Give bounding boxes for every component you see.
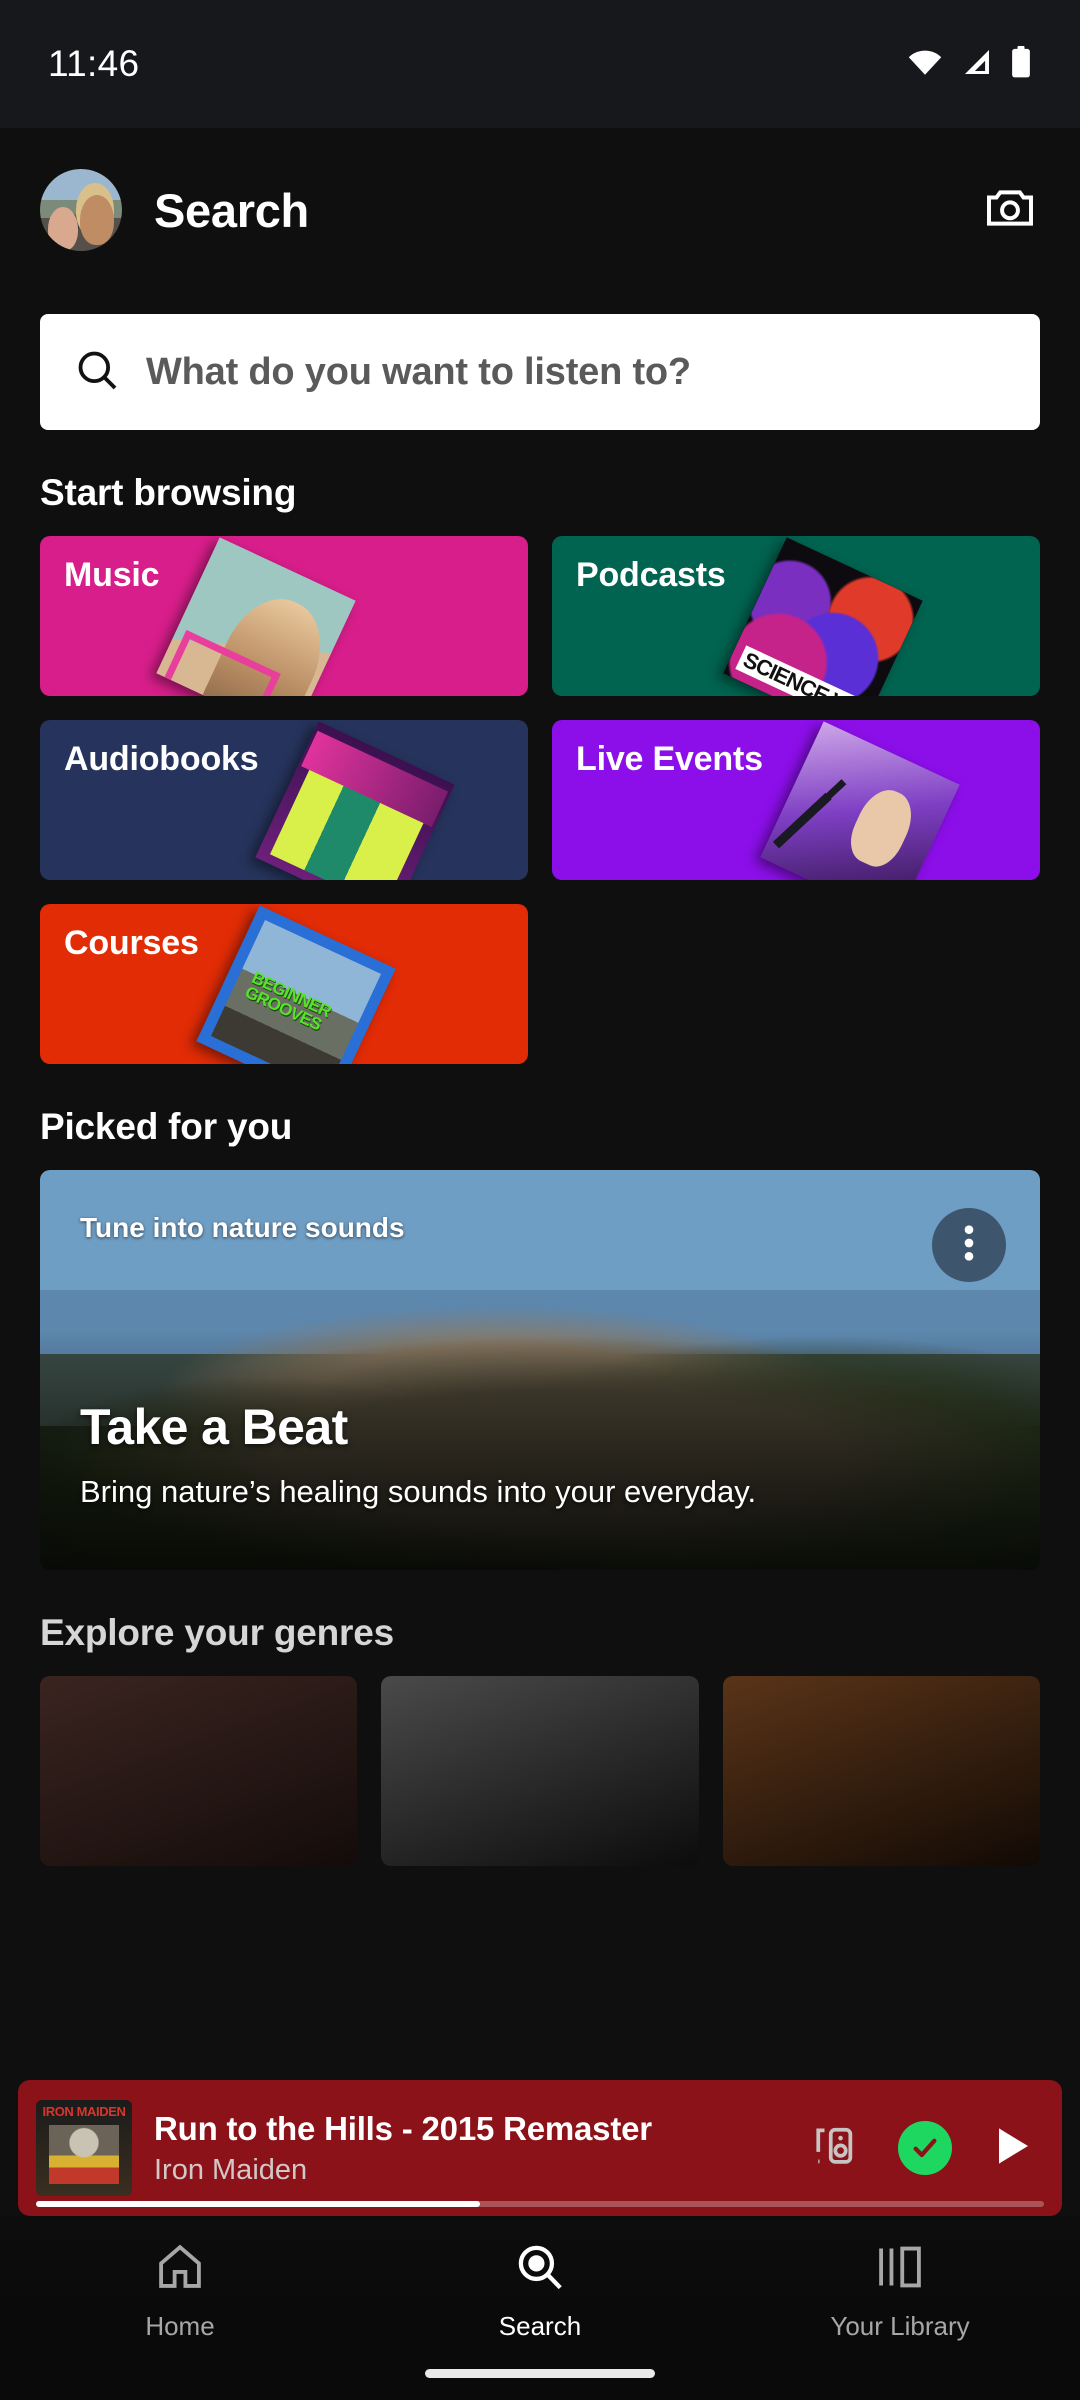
section-title-explore-genres: Explore your genres bbox=[40, 1612, 394, 1653]
camera-button[interactable] bbox=[980, 180, 1040, 240]
category-label: Audiobooks bbox=[64, 740, 259, 778]
category-artwork bbox=[195, 905, 396, 1064]
browse-category-grid-row3: Courses bbox=[0, 904, 1080, 1064]
page-title: Search bbox=[154, 183, 309, 237]
section-title-picked-for-you: Picked for you bbox=[40, 1106, 293, 1147]
search-screen: Search What do you want to listen to? St… bbox=[0, 128, 1080, 2400]
nav-label: Search bbox=[498, 2311, 582, 2341]
category-card-podcasts[interactable]: Podcasts bbox=[552, 536, 1040, 696]
status-time: 11:46 bbox=[48, 43, 140, 84]
picked-eyebrow: Tune into nature sounds bbox=[80, 1212, 405, 1243]
now-playing-progress bbox=[36, 2201, 1044, 2207]
now-playing-artwork bbox=[36, 2100, 132, 2196]
wifi-icon bbox=[906, 47, 944, 82]
overflow-menu-icon bbox=[964, 1223, 974, 1268]
category-artwork bbox=[255, 721, 456, 880]
search-icon bbox=[74, 347, 120, 398]
nav-label: Your Library bbox=[830, 2311, 970, 2341]
now-playing-text: Run to the Hills - 2015 Remaster Iron Ma… bbox=[154, 2110, 790, 2187]
category-card-music[interactable]: Music bbox=[40, 536, 528, 696]
now-playing-actions bbox=[812, 2121, 1036, 2176]
bottom-navigation: Home Search Your Library bbox=[0, 2216, 1080, 2400]
picked-subtitle: Bring nature’s healing sounds into your … bbox=[80, 1474, 757, 1509]
category-artwork bbox=[156, 537, 357, 696]
play-icon[interactable] bbox=[988, 2122, 1036, 2175]
cellular-icon bbox=[961, 47, 993, 82]
category-card-audiobooks[interactable]: Audiobooks bbox=[40, 720, 528, 880]
category-label: Courses bbox=[64, 924, 199, 962]
picked-for-you-card[interactable]: Tune into nature sounds Take a Beat Brin… bbox=[40, 1170, 1040, 1570]
category-artwork bbox=[760, 721, 960, 880]
nav-item-home[interactable]: Home bbox=[0, 2240, 360, 2342]
category-artwork bbox=[722, 537, 923, 696]
camera-icon bbox=[982, 180, 1038, 241]
devices-icon[interactable] bbox=[812, 2121, 862, 2176]
home-icon bbox=[153, 2240, 207, 2299]
status-bar: 11:46 bbox=[0, 0, 1080, 128]
browse-category-grid: Music Podcasts Audiobooks Live Events bbox=[0, 536, 1080, 880]
now-playing-artist: Iron Maiden bbox=[154, 2153, 308, 2186]
genre-card-row bbox=[0, 1676, 1080, 1866]
genre-card[interactable] bbox=[381, 1676, 699, 1866]
check-circle-icon[interactable] bbox=[898, 2121, 952, 2175]
home-indicator bbox=[425, 2369, 655, 2378]
search-placeholder: What do you want to listen to? bbox=[146, 350, 691, 393]
genre-card[interactable] bbox=[722, 1676, 1040, 1866]
page-header: Search bbox=[0, 128, 1080, 292]
now-playing-title: Run to the Hills - 2015 Remaster bbox=[154, 2109, 652, 2147]
category-label: Podcasts bbox=[576, 556, 726, 594]
category-label: Music bbox=[64, 556, 160, 594]
status-icons bbox=[906, 45, 1032, 83]
search-input[interactable]: What do you want to listen to? bbox=[40, 314, 1040, 430]
picked-title: Take a Beat bbox=[80, 1399, 348, 1455]
genre-card[interactable] bbox=[40, 1676, 358, 1866]
nav-item-search[interactable]: Search bbox=[360, 2240, 720, 2342]
library-icon bbox=[873, 2240, 927, 2299]
nav-label: Home bbox=[145, 2311, 215, 2341]
now-playing-bar[interactable]: Run to the Hills - 2015 Remaster Iron Ma… bbox=[18, 2080, 1062, 2216]
category-card-live-events[interactable]: Live Events bbox=[552, 720, 1040, 880]
category-card-courses[interactable]: Courses bbox=[40, 904, 528, 1064]
overflow-menu-button[interactable] bbox=[932, 1208, 1006, 1282]
category-label: Live Events bbox=[576, 740, 763, 778]
grid-empty-cell bbox=[552, 904, 1040, 1064]
avatar[interactable] bbox=[40, 169, 122, 251]
search-icon bbox=[513, 2240, 567, 2299]
battery-icon bbox=[1010, 45, 1032, 83]
section-title-start-browsing: Start browsing bbox=[40, 472, 297, 513]
nav-item-your-library[interactable]: Your Library bbox=[720, 2240, 1080, 2342]
